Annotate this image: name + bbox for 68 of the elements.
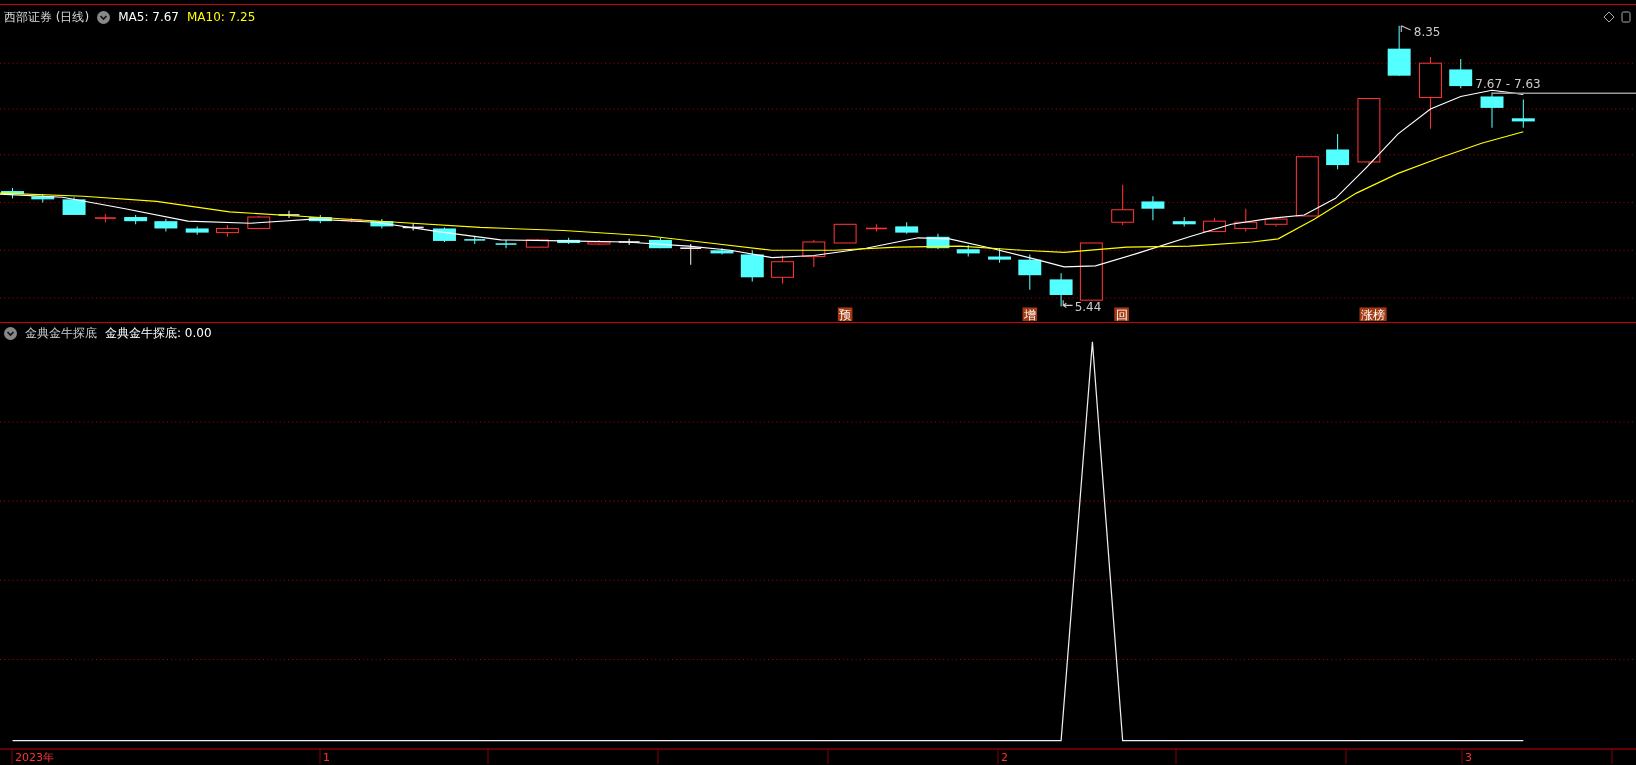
candlestick	[557, 237, 581, 245]
candlestick	[648, 237, 672, 249]
indicator-name: 金典金牛探底	[25, 325, 97, 342]
candlestick	[494, 239, 518, 249]
signal-tag: 预	[837, 307, 853, 322]
candlestick	[1295, 156, 1319, 217]
candlestick	[525, 238, 549, 248]
candlestick	[1018, 253, 1042, 291]
candlestick	[433, 226, 456, 243]
dropdown-icon[interactable]	[4, 326, 17, 340]
candlestick	[1511, 99, 1535, 129]
candlestick	[1449, 58, 1473, 89]
axis-label: 3	[1465, 751, 1472, 764]
candlestick	[1326, 133, 1350, 170]
candlestick	[895, 221, 919, 235]
candlestick	[1172, 216, 1196, 227]
indicator-reading: 金典金牛探底: 0.00	[105, 325, 212, 342]
candlestick	[124, 214, 148, 225]
candlestick	[1357, 98, 1381, 165]
candlestick	[865, 223, 888, 233]
candlestick	[31, 193, 55, 203]
candlestick	[740, 249, 764, 282]
candlestick	[185, 225, 209, 236]
candlestick	[62, 196, 86, 216]
candlestick	[833, 223, 857, 244]
diamond-icon[interactable]	[1603, 11, 1615, 23]
stock-title: 西部证券 (日线)	[4, 9, 90, 26]
leader-line	[1400, 25, 1412, 33]
axis-label: 1	[323, 751, 330, 764]
square-icon[interactable]	[1620, 11, 1632, 23]
candlestick	[1049, 272, 1073, 307]
signal-tag: 涨榜	[1359, 307, 1387, 322]
candlestick	[247, 215, 271, 229]
candlestick	[401, 222, 425, 232]
candlestick	[1234, 208, 1258, 233]
price-label: 5.44	[1074, 299, 1102, 314]
candlestick	[926, 233, 950, 250]
candlestick	[802, 239, 826, 268]
candlestick	[587, 239, 611, 246]
leader-line	[1062, 299, 1074, 308]
candlestick	[216, 224, 239, 238]
candlestick	[956, 244, 980, 258]
candlestick	[154, 218, 178, 233]
candlestick	[1079, 242, 1103, 301]
candlestick	[1387, 25, 1411, 77]
dropdown-icon[interactable]	[97, 10, 111, 24]
candlestick	[1203, 217, 1226, 233]
candlestick	[308, 214, 332, 224]
candlestick	[988, 247, 1011, 264]
candlestick	[1111, 184, 1135, 226]
candlestick	[710, 247, 734, 255]
signal-tag: 增	[1022, 307, 1038, 322]
axis-label: 2023年	[15, 751, 54, 764]
signal-tag: 回	[1114, 307, 1129, 322]
candlestick	[463, 235, 486, 245]
moving-average-reading: MA10: 7.25	[186, 9, 256, 26]
candlestick	[1264, 216, 1288, 227]
candlestick	[1, 187, 24, 199]
candlestick	[94, 213, 117, 223]
axis-label: 2	[1001, 751, 1008, 764]
candlestick	[370, 218, 394, 229]
candlestick	[1480, 91, 1504, 129]
candlestick	[771, 254, 794, 285]
candlestick	[679, 243, 702, 266]
moving-average-reading: MA5: 7.67	[118, 9, 179, 26]
candlestick	[1141, 195, 1165, 221]
price-label: 8.35	[1413, 25, 1441, 40]
price-label: 7.67 - 7.63	[1475, 77, 1541, 92]
